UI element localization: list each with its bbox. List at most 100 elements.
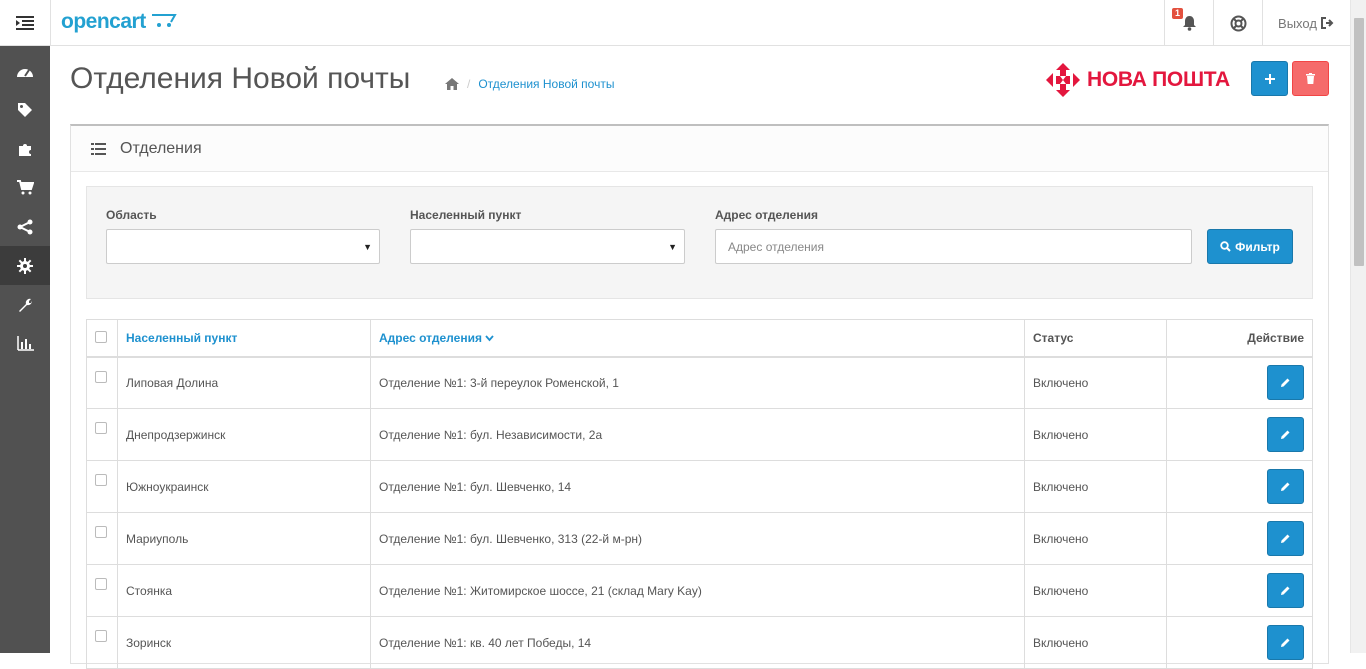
- row-status: Включено: [1024, 460, 1167, 513]
- sort-address-label: Адрес отделения: [379, 330, 482, 345]
- row-checkbox-cell: [86, 460, 118, 513]
- logo-cart-icon: [152, 14, 177, 27]
- bar-chart-icon: [16, 336, 34, 351]
- row-address: Отделение №1: бул. Шевченко, 14: [370, 460, 1025, 513]
- edit-button[interactable]: [1267, 521, 1304, 556]
- pencil-icon: [1281, 534, 1290, 543]
- edit-button[interactable]: [1267, 625, 1304, 660]
- delete-button[interactable]: [1292, 61, 1329, 96]
- pencil-icon: [1281, 378, 1290, 388]
- select-caret-icon: ▼: [363, 242, 372, 252]
- sort-city-link[interactable]: Населенный пункт: [126, 331, 237, 345]
- row-checkbox[interactable]: [95, 630, 107, 642]
- logo-text: opencart: [61, 10, 146, 33]
- row-checkbox-cell: [86, 356, 118, 409]
- filter-button[interactable]: Фильтр: [1207, 229, 1293, 264]
- row-city: Стоянка: [117, 564, 371, 617]
- menu-toggle-button[interactable]: [0, 0, 51, 46]
- column-city: Населенный пункт: [117, 319, 371, 357]
- sidebar-item-dashboard[interactable]: [0, 51, 50, 90]
- table-body: Липовая Долина Отделение №1: 3-й переулок…: [86, 356, 1313, 669]
- table-row: Южноукраинск Отделение №1: бул. Шевченко,…: [86, 460, 1313, 513]
- sidebar-item-extensions[interactable]: [0, 129, 50, 168]
- left-sidebar: [0, 46, 50, 653]
- row-checkbox[interactable]: [95, 578, 107, 590]
- sidebar-item-reports[interactable]: [0, 324, 50, 363]
- row-status: Включено: [1024, 408, 1167, 461]
- sidebar-item-sales[interactable]: [0, 168, 50, 207]
- row-city: Зоринск: [117, 616, 371, 669]
- sidebar-item-marketing[interactable]: [0, 207, 50, 246]
- row-status: Включено: [1024, 512, 1167, 565]
- row-city: Липовая Долина: [117, 356, 371, 409]
- row-city: Мариуполь: [117, 512, 371, 565]
- top-header: opencart 1 Выход: [0, 0, 1350, 46]
- edit-button[interactable]: [1267, 417, 1304, 452]
- breadcrumb-current-link[interactable]: Отделения Новой почты: [478, 77, 614, 91]
- edit-button[interactable]: [1267, 469, 1304, 504]
- row-address: Отделение №1: Житомирское шоссе, 21 (скл…: [370, 564, 1025, 617]
- list-icon: [91, 142, 106, 155]
- table-row: Мариуполь Отделение №1: бул. Шевченко, 31…: [86, 512, 1313, 565]
- notifications-button[interactable]: 1: [1164, 0, 1213, 46]
- region-select[interactable]: ▼: [106, 229, 380, 264]
- region-label: Область: [106, 208, 157, 222]
- table-row: Зоринск Отделение №1: кв. 40 лет Победы, …: [86, 616, 1313, 669]
- row-checkbox-cell: [86, 408, 118, 461]
- puzzle-icon: [19, 143, 31, 156]
- row-action-cell: [1166, 616, 1313, 669]
- row-checkbox-cell: [86, 564, 118, 617]
- row-action-cell: [1166, 460, 1313, 513]
- sidebar-item-system[interactable]: [0, 246, 50, 285]
- column-address: Адрес отделения: [370, 319, 1025, 357]
- notification-badge: 1: [1172, 8, 1184, 19]
- bell-icon: [1182, 16, 1196, 31]
- tags-icon: [17, 102, 32, 117]
- sidebar-item-catalog[interactable]: [0, 90, 50, 129]
- chevron-down-icon: [485, 335, 494, 342]
- row-address: Отделение №1: кв. 40 лет Победы, 14: [370, 616, 1025, 669]
- opencart-logo[interactable]: opencart: [61, 10, 179, 34]
- share-icon: [17, 219, 33, 234]
- row-action-cell: [1166, 564, 1313, 617]
- address-input[interactable]: [715, 229, 1192, 264]
- home-icon[interactable]: [445, 78, 459, 90]
- row-address: Отделение №1: 3-й переулок Роменской, 1: [370, 356, 1025, 409]
- sign-out-icon: [1320, 17, 1334, 29]
- menu-indent-icon: [16, 16, 34, 30]
- sort-address-link[interactable]: Адрес отделения: [379, 331, 494, 345]
- add-button[interactable]: [1251, 61, 1288, 96]
- header-checkbox-cell: [86, 319, 118, 357]
- dashboard-icon: [17, 68, 33, 77]
- scrollbar-thumb[interactable]: [1354, 18, 1364, 266]
- filter-area: Область ▼ Населенный пункт ▼ Адрес отдел…: [86, 186, 1313, 299]
- search-icon: [1220, 241, 1231, 252]
- row-address: Отделение №1: бул. Шевченко, 313 (22-й м…: [370, 512, 1025, 565]
- row-checkbox[interactable]: [95, 474, 107, 486]
- row-checkbox[interactable]: [95, 370, 107, 383]
- breadcrumb: / Отделения Новой почты: [445, 77, 614, 91]
- row-checkbox-cell: [86, 616, 118, 669]
- column-action: Действие: [1166, 319, 1313, 357]
- shopping-cart-icon: [16, 180, 34, 195]
- row-checkbox[interactable]: [95, 422, 107, 434]
- edit-button[interactable]: [1267, 365, 1304, 401]
- row-checkbox[interactable]: [95, 526, 107, 538]
- select-all-checkbox[interactable]: [95, 331, 107, 343]
- select-caret-icon: ▼: [668, 242, 677, 252]
- logout-label: Выход: [1278, 15, 1317, 31]
- row-action-cell: [1166, 512, 1313, 565]
- row-address: Отделение №1: бул. Независимости, 2а: [370, 408, 1025, 461]
- branches-table: Населенный пункт Адрес отделения Статус …: [86, 319, 1313, 669]
- trash-icon: [1306, 73, 1315, 84]
- sidebar-item-tools[interactable]: [0, 285, 50, 324]
- logout-button[interactable]: Выход: [1262, 0, 1350, 46]
- row-city: Южноукраинск: [117, 460, 371, 513]
- help-button[interactable]: [1213, 0, 1262, 46]
- pencil-icon: [1281, 482, 1290, 491]
- page-scrollbar[interactable]: [1350, 0, 1366, 653]
- cog-icon: [17, 257, 33, 274]
- city-select[interactable]: ▼: [410, 229, 685, 264]
- edit-button[interactable]: [1267, 573, 1304, 608]
- page-title: Отделения Новой почты: [70, 62, 411, 95]
